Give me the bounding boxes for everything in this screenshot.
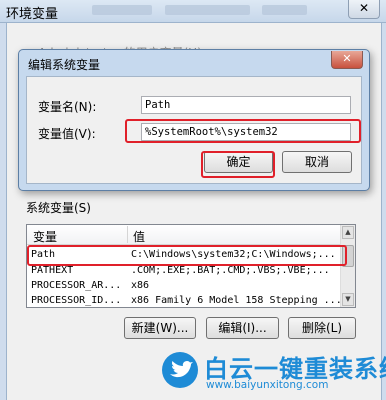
blurred-tab xyxy=(165,5,250,15)
system-vars-list[interactable]: 变量 值 Path C:\Windows\system32;C:\Windows… xyxy=(26,224,356,308)
variable-name-label: 变量名(N): xyxy=(38,100,97,114)
scroll-down-arrow-icon[interactable]: ▼ xyxy=(342,293,354,306)
row-value: C:\Windows\system32;C:\Windows;... xyxy=(131,249,336,260)
variable-value-label: 变量值(V): xyxy=(38,127,96,141)
variable-value-input[interactable]: %SystemRoot%\system32 xyxy=(141,123,351,141)
edit-variable-dialog: 编辑系统变量 ✕ 变量名(N): Path 变量值(V): %SystemRoo… xyxy=(18,49,370,191)
close-icon: ✕ xyxy=(342,52,352,65)
column-header-value[interactable]: 值 xyxy=(133,228,145,245)
edit-button[interactable]: 编辑(I)... xyxy=(206,317,279,339)
dialog-close-button[interactable]: ✕ xyxy=(331,51,363,69)
ok-button[interactable]: 确定 xyxy=(204,151,273,173)
outer-window-title: 环境变量 xyxy=(6,7,59,22)
row-name: PATHEXT xyxy=(31,265,74,276)
scroll-up-arrow-icon[interactable]: ▲ xyxy=(342,226,354,239)
row-value: x86 xyxy=(131,280,150,291)
row-name: PROCESSOR_ID... xyxy=(31,295,122,306)
delete-button[interactable]: 删除(L) xyxy=(288,317,356,339)
row-value: .COM;.EXE;.BAT;.CMD;.VBS;.VBE;... xyxy=(131,265,330,276)
row-name: Path xyxy=(31,249,56,260)
blurred-tab xyxy=(262,5,307,15)
dialog-title: 编辑系统变量 xyxy=(28,58,101,72)
variable-name-input[interactable]: Path xyxy=(141,96,351,114)
outer-close-button[interactable]: ✕ xyxy=(348,0,380,19)
cancel-button[interactable]: 取消 xyxy=(282,151,352,173)
list-scrollbar[interactable]: ▲ ▼ xyxy=(340,225,355,307)
new-button[interactable]: 新建(W)... xyxy=(124,317,196,339)
dialog-body: 变量名(N): Path 变量值(V): %SystemRoot%\system… xyxy=(26,76,362,184)
column-header-variable[interactable]: 变量 xyxy=(33,228,57,245)
row-value: x86 Family 6 Model 158 Stepping ... xyxy=(131,295,342,306)
table-row[interactable]: PROCESSOR_ID... x86 Family 6 Model 158 S… xyxy=(27,293,343,307)
outer-window-titlebar: 环境变量 ✕ xyxy=(0,0,386,23)
table-row[interactable]: PROCESSOR_AR... x86 xyxy=(27,278,343,294)
close-icon: ✕ xyxy=(358,1,370,15)
blurred-tab xyxy=(92,5,152,15)
system-vars-label: 系统变量(S) xyxy=(26,201,91,215)
table-row[interactable]: PATHEXT .COM;.EXE;.BAT;.CMD;.VBS;.VBE;..… xyxy=(27,263,343,279)
watermark-url: www.baiyunxitong.com xyxy=(206,379,329,391)
table-row[interactable]: Path C:\Windows\system32;C:\Windows;... xyxy=(27,247,343,263)
column-divider[interactable] xyxy=(127,226,128,243)
row-name: PROCESSOR_AR... xyxy=(31,280,122,291)
scroll-thumb[interactable] xyxy=(342,245,354,267)
bird-logo-icon xyxy=(162,352,198,388)
list-header: 变量 值 xyxy=(27,225,343,245)
watermark: 白云一键重装系统 www.baiyunxitong.com xyxy=(162,349,386,399)
